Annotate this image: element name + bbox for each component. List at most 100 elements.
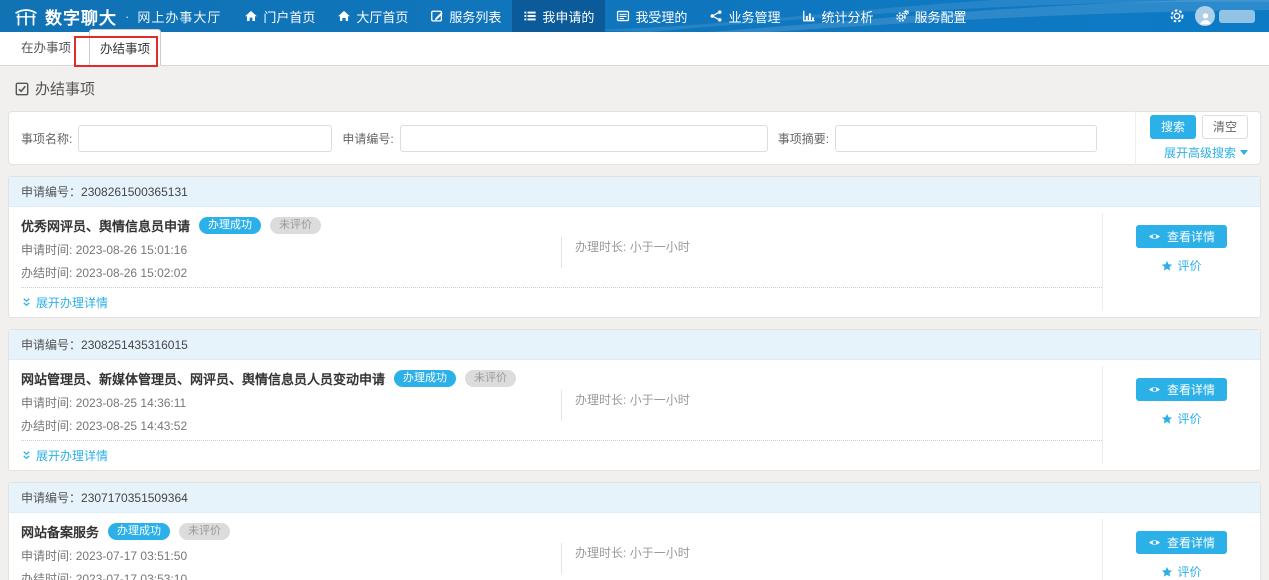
card-title: 网站备案服务 bbox=[21, 522, 99, 541]
nav-item-label: 大厅首页 bbox=[356, 7, 408, 26]
view-details-text: 查看详情 bbox=[1167, 381, 1215, 398]
checked-box-icon bbox=[15, 82, 29, 96]
finish-time-label: 办结时间: bbox=[21, 266, 72, 280]
view-details-button[interactable]: 查看详情 bbox=[1136, 531, 1227, 554]
user-avatar[interactable] bbox=[1195, 6, 1215, 26]
nav-item-my-accepted[interactable]: 我受理的 bbox=[605, 0, 698, 32]
eye-icon bbox=[1148, 536, 1161, 549]
finish-time-value: 2023-08-26 15:02:02 bbox=[76, 266, 187, 280]
business-management-icon bbox=[709, 9, 723, 23]
user-name-redacted[interactable] bbox=[1219, 10, 1255, 23]
finish-time-row: 办结时间: 2023-08-26 15:02:02 bbox=[21, 264, 561, 281]
card-main: 优秀网评员、舆情信息员申请 办理成功 未评价 申请时间: 2023-08-26 … bbox=[9, 207, 1102, 317]
view-details-button[interactable]: 查看详情 bbox=[1136, 378, 1227, 401]
star-icon bbox=[1161, 413, 1173, 425]
application-card: 申请编号：2307170351509364 网站备案服务 办理成功 未评价 申请… bbox=[8, 482, 1261, 580]
rating-badge: 未评价 bbox=[179, 523, 230, 540]
content-area: 办结事项 事项名称: 申请编号: 事项摘要: 搜索 清空 展开高级搜索 bbox=[0, 66, 1269, 580]
nav-item-my-applications[interactable]: 我申请的 bbox=[512, 0, 605, 32]
expand-details-link[interactable]: 展开办理详情 bbox=[21, 294, 108, 311]
nav-item-statistics[interactable]: 统计分析 bbox=[791, 0, 884, 32]
application-card: 申请编号：2308251435316015 网站管理员、新媒体管理员、网评员、舆… bbox=[8, 329, 1261, 471]
card-left: 网站备案服务 办理成功 未评价 申请时间: 2023-07-17 03:51:5… bbox=[21, 520, 561, 580]
status-badge: 办理成功 bbox=[394, 370, 456, 387]
card-top: 网站备案服务 办理成功 未评价 申请时间: 2023-07-17 03:51:5… bbox=[21, 520, 1102, 580]
duration-label: 办理时长: bbox=[575, 240, 626, 254]
app-logo[interactable]: 数字聊大 · 网上办事大厅 bbox=[14, 4, 221, 29]
application-card: 申请编号：2308261500365131 优秀网评员、舆情信息员申请 办理成功… bbox=[8, 176, 1261, 318]
duration-row: 办理时长: 小于一小时 bbox=[575, 238, 1102, 255]
tab-bar: 在办事项 办结事项 bbox=[0, 32, 1269, 66]
logo-separator: · bbox=[125, 9, 129, 24]
rate-text: 评价 bbox=[1177, 563, 1201, 580]
rate-link[interactable]: 评价 bbox=[1161, 563, 1201, 580]
search-actions: 搜索 清空 展开高级搜索 bbox=[1135, 111, 1248, 165]
duration-row: 办理时长: 小于一小时 bbox=[575, 544, 1102, 561]
tab-in-progress-items[interactable]: 在办事项 bbox=[16, 28, 76, 65]
advanced-search-link[interactable]: 展开高级搜索 bbox=[1164, 144, 1248, 161]
finish-time-row: 办结时间: 2023-07-17 03:53:10 bbox=[21, 570, 561, 580]
person-icon bbox=[1198, 11, 1213, 26]
field-item-summary: 事项摘要: bbox=[778, 125, 1097, 152]
view-details-button[interactable]: 查看详情 bbox=[1136, 225, 1227, 248]
card-top: 网站管理员、新媒体管理员、网评员、舆情信息员人员变动申请 办理成功 未评价 申请… bbox=[21, 367, 1102, 434]
finish-time-row: 办结时间: 2023-08-25 14:43:52 bbox=[21, 417, 561, 434]
nav-item-label: 统计分析 bbox=[821, 7, 873, 26]
service-list-icon bbox=[430, 9, 444, 23]
nav-item-label: 我申请的 bbox=[542, 7, 594, 26]
expand-details-link[interactable]: 展开办理详情 bbox=[21, 447, 108, 464]
chevron-double-down-icon bbox=[21, 450, 32, 461]
rating-badge: 未评价 bbox=[270, 217, 321, 234]
gate-logo-icon bbox=[14, 6, 38, 27]
star-icon bbox=[1161, 260, 1173, 272]
hall-home-icon bbox=[337, 9, 351, 23]
apply-time-row: 申请时间: 2023-08-26 15:01:16 bbox=[21, 241, 561, 258]
card-header: 申请编号：2308261500365131 bbox=[9, 177, 1260, 207]
card-title-row: 网站备案服务 办理成功 未评价 bbox=[21, 522, 561, 541]
request-no-value: 2307170351509364 bbox=[81, 491, 188, 505]
nav-item-label: 服务配置 bbox=[914, 7, 966, 26]
apply-time-value: 2023-08-26 15:01:16 bbox=[76, 243, 187, 257]
view-details-text: 查看详情 bbox=[1167, 228, 1215, 245]
clear-button[interactable]: 清空 bbox=[1202, 115, 1248, 139]
apply-time-label: 申请时间: bbox=[21, 549, 72, 563]
apply-time-row: 申请时间: 2023-07-17 03:51:50 bbox=[21, 547, 561, 564]
request-no-label: 申请编号: bbox=[342, 130, 393, 147]
nav-item-service-list[interactable]: 服务列表 bbox=[419, 0, 512, 32]
rate-link[interactable]: 评价 bbox=[1161, 410, 1201, 427]
nav-item-hall-home[interactable]: 大厅首页 bbox=[326, 0, 419, 32]
rate-link[interactable]: 评价 bbox=[1161, 257, 1201, 274]
view-details-text: 查看详情 bbox=[1167, 534, 1215, 551]
card-title-row: 网站管理员、新媒体管理员、网评员、舆情信息员人员变动申请 办理成功 未评价 bbox=[21, 369, 561, 388]
tab-completed-items[interactable]: 办结事项 bbox=[89, 29, 161, 66]
nav-item-label: 我受理的 bbox=[635, 7, 687, 26]
section-title-text: 办结事项 bbox=[35, 78, 95, 99]
card-actions: 查看详情 评价 bbox=[1102, 519, 1260, 580]
nav-item-portal-home[interactable]: 门户首页 bbox=[233, 0, 326, 32]
request-no-input[interactable] bbox=[400, 125, 768, 152]
nav-item-business-management[interactable]: 业务管理 bbox=[698, 0, 791, 32]
rating-badge: 未评价 bbox=[465, 370, 516, 387]
item-summary-input[interactable] bbox=[835, 125, 1097, 152]
card-header: 申请编号：2308251435316015 bbox=[9, 330, 1260, 360]
expand-row: 展开办理详情 bbox=[21, 440, 1102, 467]
card-duration-column: 办理时长: 小于一小时 bbox=[561, 520, 1102, 580]
card-title: 网站管理员、新媒体管理员、网评员、舆情信息员人员变动申请 bbox=[21, 369, 385, 388]
rate-text: 评价 bbox=[1177, 257, 1201, 274]
search-button[interactable]: 搜索 bbox=[1150, 115, 1196, 139]
nav-item-service-config[interactable]: 服务配置 bbox=[884, 0, 977, 32]
star-icon bbox=[1161, 566, 1173, 578]
item-name-input[interactable] bbox=[78, 125, 332, 152]
rate-text: 评价 bbox=[1177, 410, 1201, 427]
card-left: 优秀网评员、舆情信息员申请 办理成功 未评价 申请时间: 2023-08-26 … bbox=[21, 214, 561, 281]
field-item-name: 事项名称: bbox=[21, 125, 332, 152]
field-request-no: 申请编号: bbox=[342, 125, 767, 152]
expand-details-text: 展开办理详情 bbox=[36, 447, 108, 464]
card-left: 网站管理员、新媒体管理员、网评员、舆情信息员人员变动申请 办理成功 未评价 申请… bbox=[21, 367, 561, 434]
finish-time-value: 2023-08-25 14:43:52 bbox=[76, 419, 187, 433]
apply-time-value: 2023-07-17 03:51:50 bbox=[76, 549, 187, 563]
duration-value: 小于一小时 bbox=[630, 240, 690, 254]
status-badge: 办理成功 bbox=[108, 523, 170, 540]
duration-value: 小于一小时 bbox=[630, 546, 690, 560]
settings-gear-icon[interactable] bbox=[1169, 8, 1185, 24]
